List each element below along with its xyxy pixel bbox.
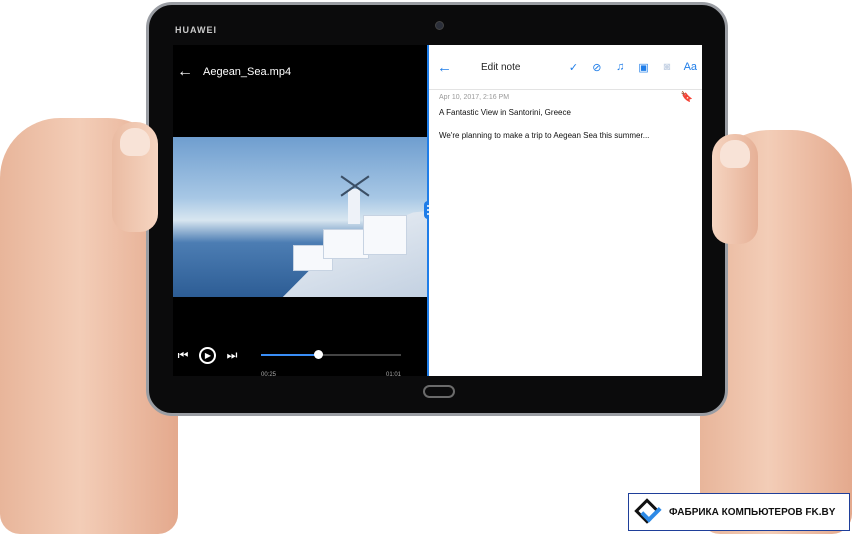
home-button[interactable] bbox=[423, 385, 455, 398]
watermark-icon bbox=[633, 497, 663, 527]
front-camera bbox=[435, 21, 444, 30]
thumbnail-nail bbox=[720, 140, 750, 168]
current-time: 00:25 bbox=[261, 372, 277, 378]
image-icon[interactable]: ▣ bbox=[632, 61, 655, 74]
bell-icon[interactable]: ♫ bbox=[609, 61, 632, 73]
camera-icon[interactable]: ◙ bbox=[655, 61, 678, 73]
note-body[interactable]: We're planning to make a trip to Aegean … bbox=[439, 131, 649, 140]
video-frame[interactable] bbox=[173, 137, 427, 297]
watermark-text: ФАБРИКА КОМПЬЮТЕРОВ FK.BY bbox=[669, 506, 836, 518]
check-icon[interactable]: ✓ bbox=[562, 61, 585, 74]
bookmark-icon[interactable]: 🔖 bbox=[681, 92, 693, 103]
watermark-logo: ФАБРИКА КОМПЬЮТЕРОВ FK.BY bbox=[628, 493, 850, 531]
scene-windmill bbox=[348, 189, 360, 224]
scene-building bbox=[363, 215, 407, 255]
arrow-left-icon[interactable]: ← bbox=[177, 63, 193, 81]
duration: 01:01 bbox=[385, 372, 401, 378]
font-button[interactable]: Aa bbox=[679, 61, 702, 73]
seek-bar[interactable]: 00:25 01:01 bbox=[261, 350, 401, 378]
seek-bar-handle[interactable] bbox=[314, 350, 324, 359]
skip-next-icon[interactable]: ⏭ bbox=[222, 348, 242, 363]
note-date: Apr 10, 2017, 2:16 PM bbox=[439, 94, 510, 101]
note-toolbar: ← Edit note ✓ ⊘ ♫ ▣ ◙ Aa bbox=[429, 45, 702, 90]
check-circle-icon[interactable]: ⊘ bbox=[585, 61, 608, 74]
play-icon: ▶ bbox=[204, 350, 212, 360]
tablet-device: HUAWEI ← Aegean_Sea.mp4 ⏮ ▶ ⏭ 00:25 01:0… bbox=[146, 2, 728, 416]
note-title[interactable]: A Fantastic View in Santorini, Greece bbox=[439, 108, 571, 117]
playback-controls: ⏮ ▶ ⏭ 00:25 01:01 bbox=[173, 345, 427, 378]
arrow-left-icon[interactable]: ← bbox=[437, 59, 455, 76]
play-button[interactable]: ▶ bbox=[199, 346, 216, 364]
note-toolbar-title: Edit note bbox=[480, 61, 521, 73]
device-brand: HUAWEI bbox=[175, 25, 217, 35]
skip-previous-icon[interactable]: ⏮ bbox=[173, 348, 193, 363]
video-header: ← Aegean_Sea.mp4 bbox=[173, 63, 291, 81]
seek-bar-progress bbox=[261, 354, 319, 356]
thumbnail-nail bbox=[120, 128, 150, 156]
video-title: Aegean_Sea.mp4 bbox=[203, 66, 292, 78]
note-editor-pane: ← Edit note ✓ ⊘ ♫ ▣ ◙ Aa Apr 10, 2017, 2… bbox=[429, 45, 702, 376]
video-player-pane: ← Aegean_Sea.mp4 ⏮ ▶ ⏭ 00:25 01:01 bbox=[173, 45, 427, 378]
